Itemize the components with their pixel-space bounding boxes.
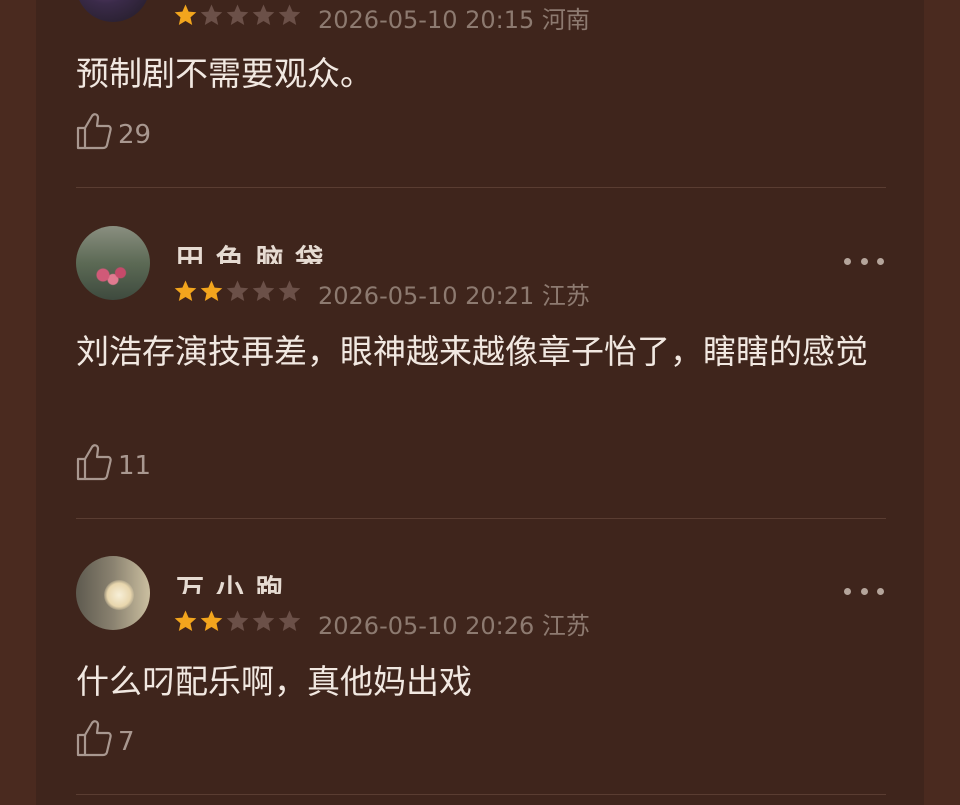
- rating-stars: [173, 3, 302, 27]
- comment-meta: 2026-05-10 20:21 江苏: [318, 276, 590, 311]
- more-dots-icon[interactable]: [844, 585, 884, 597]
- divider: [76, 187, 886, 188]
- star-empty-icon: [252, 280, 275, 301]
- rating-stars: [173, 609, 302, 633]
- like-count: 7: [118, 726, 135, 757]
- comment-timestamp: 2026-05-10 20:26: [318, 612, 535, 640]
- comment-timestamp: 2026-05-10 20:21: [318, 282, 535, 310]
- star-empty-icon: [226, 610, 249, 631]
- like-count: 11: [118, 450, 152, 481]
- star-filled-icon: [200, 610, 223, 631]
- comment-meta: 2026-05-10 20:15 河南: [318, 0, 590, 35]
- comment-username[interactable]: 田 色 脑 袋: [176, 238, 324, 264]
- divider: [76, 518, 886, 519]
- app-frame: 2026-05-10 20:15 河南 预制剧不需要观众。 29 田 色 脑 袋: [0, 0, 960, 805]
- comments-panel: 2026-05-10 20:15 河南 预制剧不需要观众。 29 田 色 脑 袋: [36, 0, 924, 805]
- star-empty-icon: [252, 4, 275, 25]
- comment-text: 预制剧不需要观众。: [76, 54, 373, 93]
- comment-location: 江苏: [541, 612, 590, 640]
- comment-meta: 2026-05-10 20:26 江苏: [318, 606, 590, 641]
- star-empty-icon: [278, 610, 301, 631]
- comment-timestamp: 2026-05-10 20:15: [318, 6, 535, 34]
- divider: [76, 794, 886, 795]
- star-empty-icon: [226, 280, 249, 301]
- comment-location: 江苏: [541, 282, 590, 310]
- comment-location: 河南: [541, 6, 590, 34]
- star-filled-icon: [200, 280, 223, 301]
- like-button[interactable]: 29: [76, 112, 151, 157]
- star-empty-icon: [278, 4, 301, 25]
- like-count: 29: [118, 119, 152, 150]
- thumb-up-icon: [76, 443, 112, 488]
- avatar[interactable]: [76, 226, 150, 300]
- thumb-up-icon: [76, 719, 112, 764]
- star-filled-icon: [174, 4, 197, 25]
- like-button[interactable]: 11: [76, 443, 151, 488]
- comment-username[interactable]: 万 小 跑: [176, 568, 285, 594]
- star-filled-icon: [174, 610, 197, 631]
- star-empty-icon: [278, 280, 301, 301]
- avatar[interactable]: [76, 556, 150, 630]
- star-filled-icon: [174, 280, 197, 301]
- star-empty-icon: [226, 4, 249, 25]
- rating-stars: [173, 279, 302, 303]
- avatar[interactable]: [76, 0, 150, 22]
- more-dots-icon[interactable]: [844, 255, 884, 267]
- like-button[interactable]: 7: [76, 719, 135, 764]
- comment-text: 刘浩存演技再差，眼神越来越像章子怡了，瞎瞎的感觉: [76, 332, 868, 371]
- star-empty-icon: [252, 610, 275, 631]
- thumb-up-icon: [76, 112, 112, 157]
- comment-text: 什么叼配乐啊，真他妈出戏: [76, 662, 472, 701]
- star-empty-icon: [200, 4, 223, 25]
